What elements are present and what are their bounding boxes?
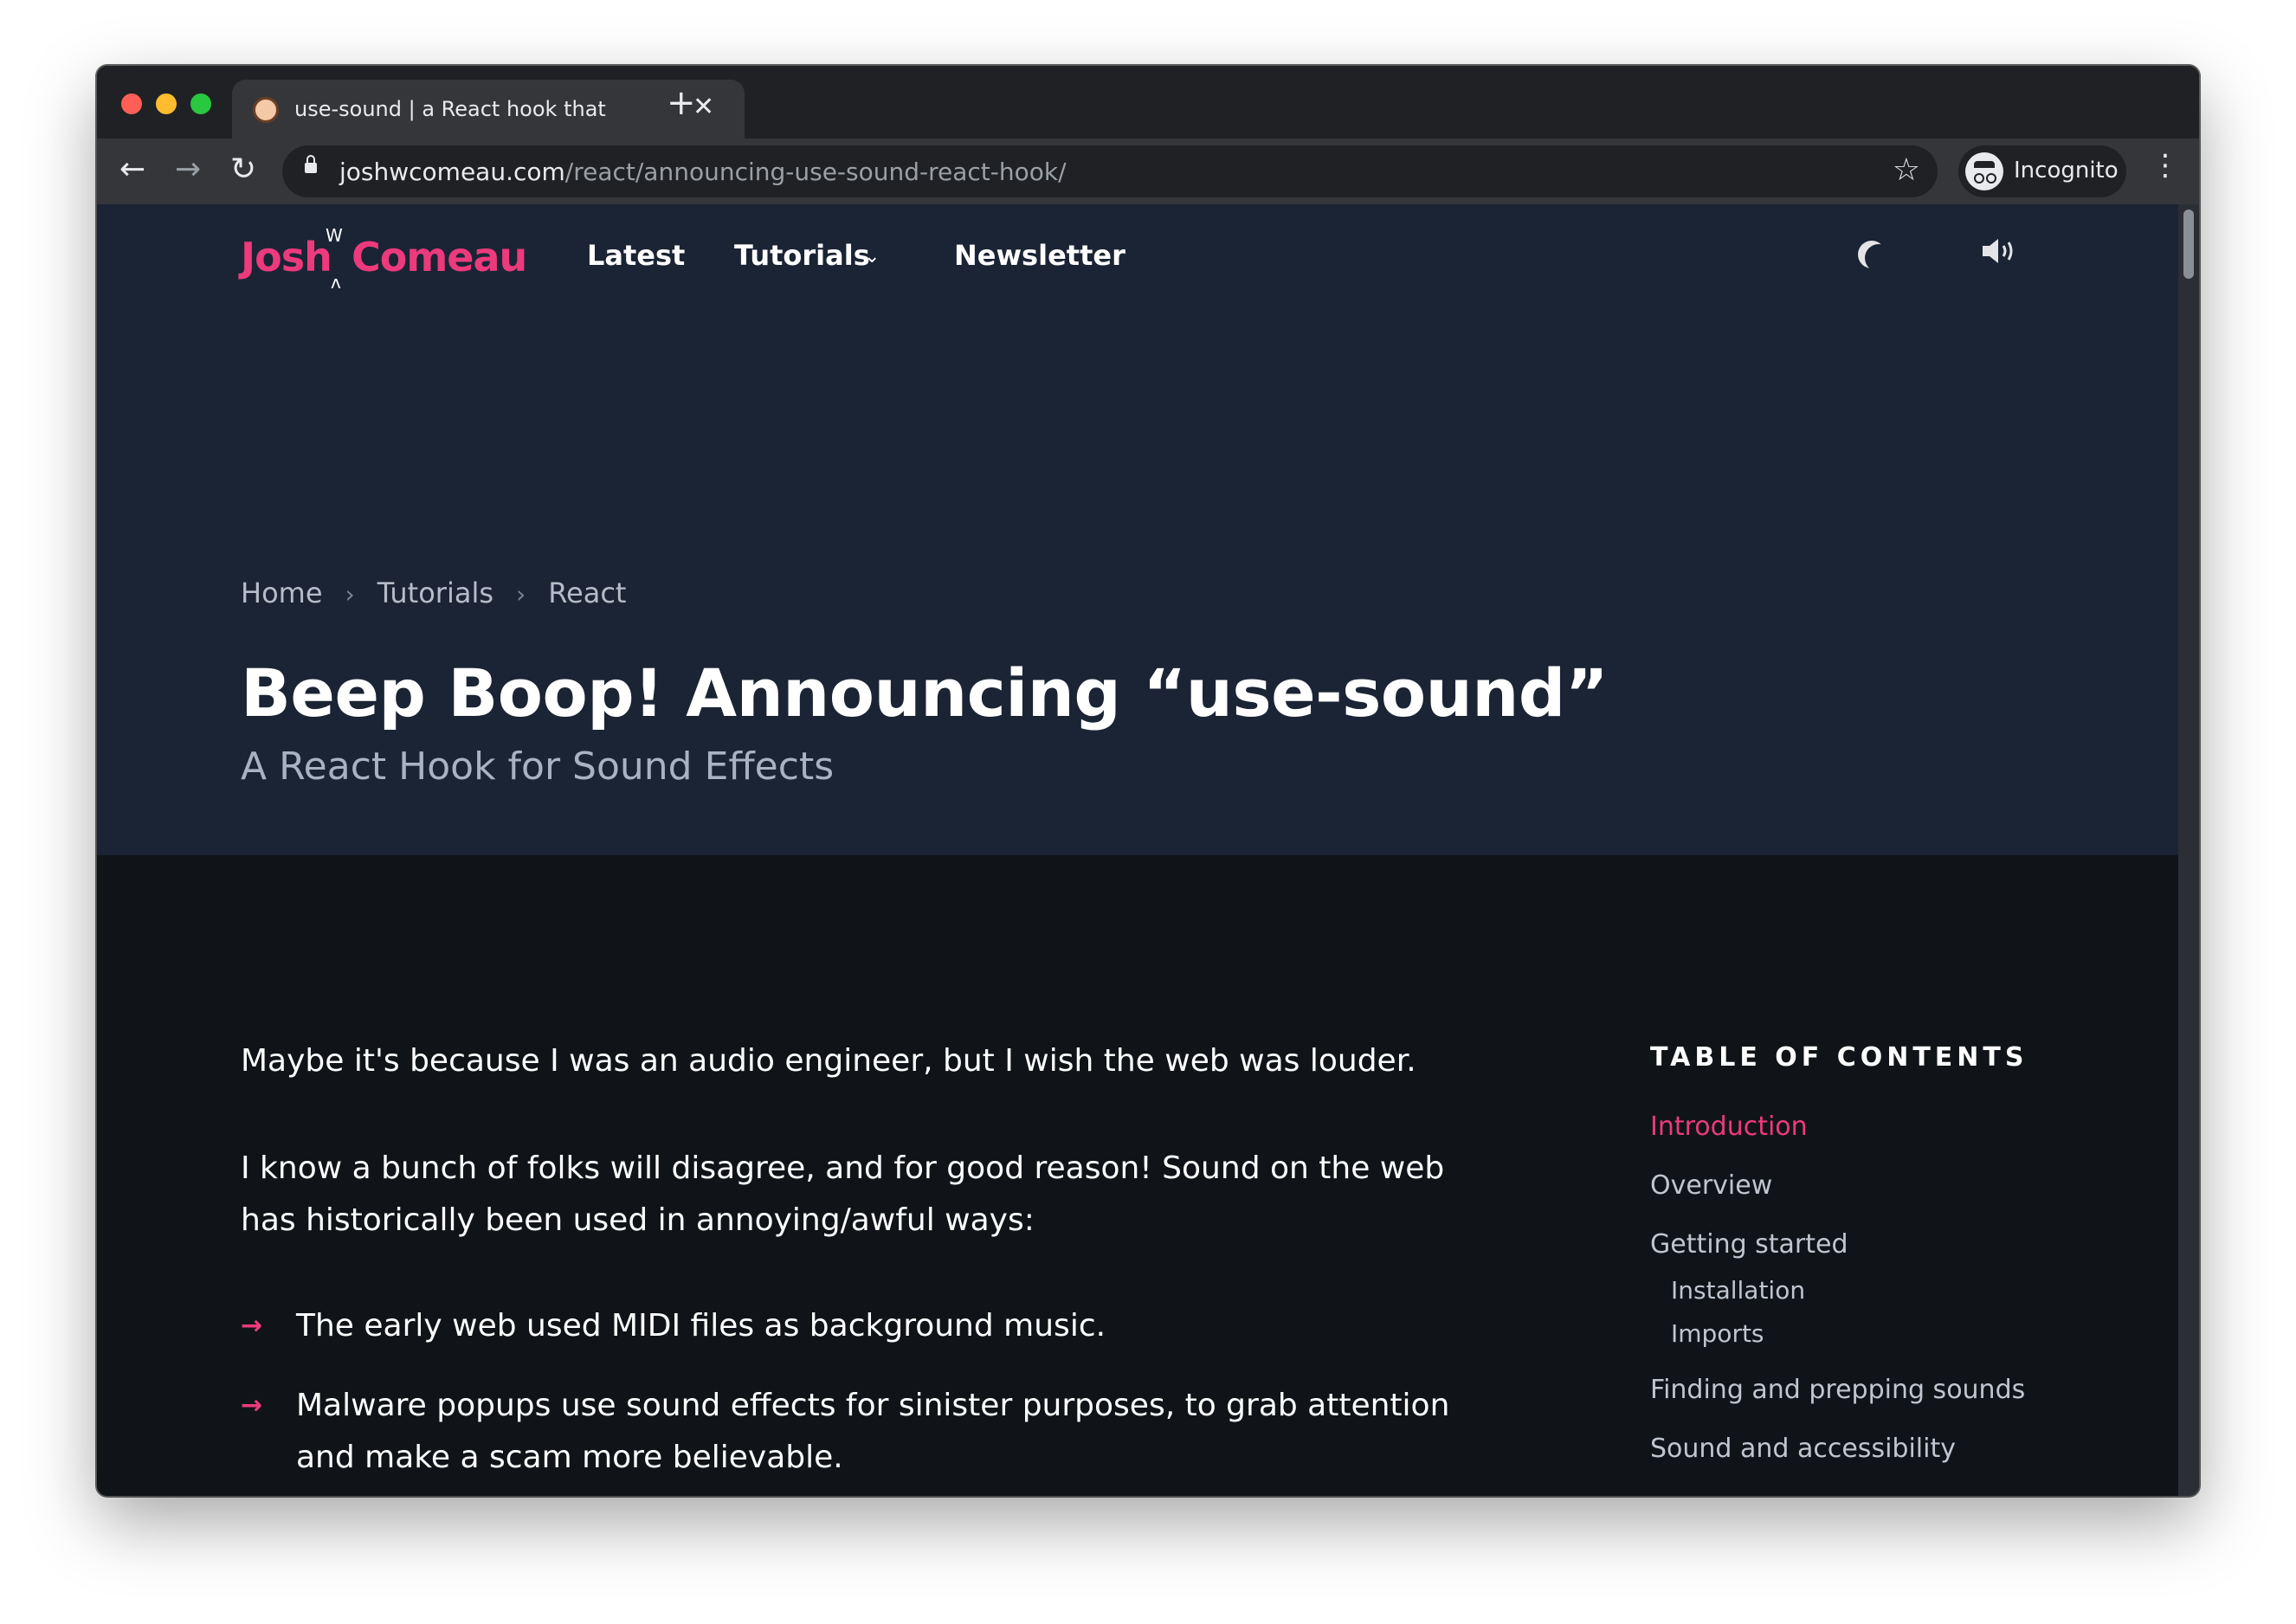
logo-mark-top: W: [326, 225, 343, 246]
logo-last-name: Comeau: [351, 234, 527, 280]
list-item-text: Malware popups use sound effects for sin…: [296, 1388, 1450, 1475]
tab-title: use-sound | a React hook that: [294, 97, 606, 121]
toc-item-imports[interactable]: Imports: [1671, 1319, 1764, 1348]
close-window-button[interactable]: [121, 93, 142, 114]
favicon-icon: [253, 97, 279, 123]
page-viewport: Josh W ʌ Comeau Latest Tutorials ⌄ Newsl…: [97, 204, 2178, 1496]
nav-latest-link[interactable]: Latest: [587, 239, 685, 272]
toc-item-getting-started[interactable]: Getting started: [1650, 1229, 1848, 1260]
new-tab-button[interactable]: +: [667, 83, 696, 123]
toc-item-overview[interactable]: Overview: [1650, 1170, 1772, 1201]
scrollbar-thumb[interactable]: [2183, 209, 2194, 279]
article-paragraph: I know a bunch of folks will disagree, a…: [241, 1150, 1445, 1238]
incognito-label: Incognito: [2014, 158, 2119, 184]
breadcrumb-home[interactable]: Home: [241, 577, 323, 609]
back-icon[interactable]: ←: [119, 152, 145, 187]
breadcrumb: Home › Tutorials › React: [241, 577, 626, 609]
toc-item-introduction[interactable]: Introduction: [1650, 1112, 1808, 1142]
toc-heading: TABLE OF CONTENTS: [1650, 1042, 2028, 1073]
maximize-window-button[interactable]: [190, 93, 211, 114]
dark-mode-moon-icon[interactable]: [1865, 244, 1893, 272]
breadcrumb-separator-icon: ›: [516, 580, 526, 609]
url-path: /react/announcing-use-sound-react-hook/: [564, 158, 1067, 186]
toc-item-accessibility[interactable]: Sound and accessibility: [1650, 1434, 1956, 1464]
toc-item-finding-sounds[interactable]: Finding and prepping sounds: [1650, 1375, 2025, 1405]
incognito-profile-button[interactable]: Incognito: [1958, 145, 2126, 197]
page-title: Beep Boop! Announcing “use-sound”: [241, 654, 1609, 731]
tab-strip: use-sound | a React hook that ✕ +: [97, 66, 2199, 139]
arrow-right-icon: →: [241, 1311, 263, 1341]
address-bar[interactable]: joshwcomeau.com/react/announcing-use-sou…: [282, 145, 1938, 197]
tab-title-fade: [604, 90, 665, 128]
article-paragraph: Maybe it's because I was an audio engine…: [241, 1043, 1416, 1079]
url-text[interactable]: joshwcomeau.com/react/announcing-use-sou…: [339, 158, 1067, 186]
reload-icon[interactable]: ↻: [230, 152, 256, 187]
lock-icon[interactable]: [305, 155, 317, 173]
browser-menu-icon[interactable]: ⋮: [2151, 151, 2180, 180]
browser-window: use-sound | a React hook that ✕ + ← → ↻ …: [97, 66, 2199, 1496]
speaker-icon: [1983, 239, 2013, 263]
minimize-window-button[interactable]: [156, 93, 177, 114]
bookmark-star-icon[interactable]: ☆: [1893, 152, 1920, 188]
chevron-down-icon[interactable]: ⌄: [864, 246, 880, 267]
browser-toolbar: ← → ↻ joshwcomeau.com/react/announcing-u…: [97, 139, 2199, 204]
arrow-right-icon: →: [241, 1390, 263, 1421]
breadcrumb-react[interactable]: React: [548, 577, 626, 609]
nav-tutorials-link[interactable]: Tutorials: [734, 239, 870, 272]
list-item-text: The early web used MIDI files as backgro…: [296, 1308, 1106, 1344]
sound-toggle-icon[interactable]: [1981, 235, 2019, 274]
url-host: joshwcomeau.com: [339, 158, 565, 186]
incognito-icon: [1965, 152, 2003, 190]
logo-first-name: Josh: [241, 234, 332, 280]
toc-item-installation[interactable]: Installation: [1671, 1276, 1805, 1305]
close-tab-icon[interactable]: ✕: [693, 92, 714, 122]
forward-icon[interactable]: →: [175, 152, 201, 187]
site-header: Josh W ʌ Comeau Latest Tutorials ⌄ Newsl…: [97, 204, 2178, 308]
page-scrollbar[interactable]: [2178, 204, 2199, 1496]
nav-newsletter-link[interactable]: Newsletter: [954, 239, 1125, 272]
hero-section: Josh W ʌ Comeau Latest Tutorials ⌄ Newsl…: [97, 204, 2178, 855]
breadcrumb-tutorials[interactable]: Tutorials: [377, 577, 493, 609]
page-subtitle: A React Hook for Sound Effects: [241, 744, 835, 789]
breadcrumb-separator-icon: ›: [345, 580, 355, 609]
logo-mark-bottom: ʌ: [331, 272, 341, 293]
